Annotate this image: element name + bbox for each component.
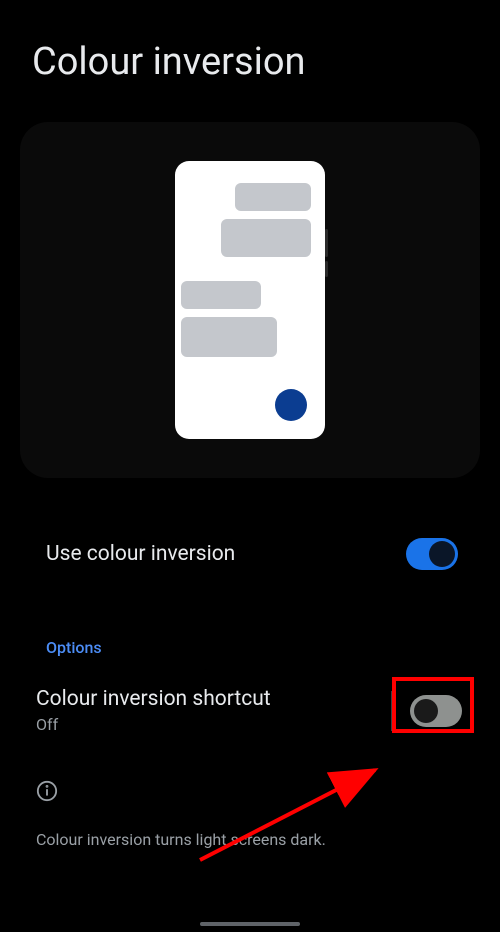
colour-inversion-shortcut-row[interactable]: Colour inversion shortcut Off — [0, 687, 500, 734]
shortcut-text-group: Colour inversion shortcut Off — [36, 687, 391, 734]
phone-button-icon — [325, 261, 328, 277]
toggle-thumb-icon — [429, 541, 455, 567]
options-section-header: Options — [0, 638, 500, 657]
shortcut-status: Off — [36, 715, 391, 734]
use-colour-inversion-toggle[interactable] — [406, 538, 458, 570]
chat-bubble-icon — [181, 281, 261, 309]
info-row — [0, 780, 500, 806]
shortcut-label: Colour inversion shortcut — [36, 687, 391, 711]
annotation-arrow-icon — [190, 750, 410, 870]
fab-icon — [275, 389, 307, 421]
preview-card — [20, 122, 480, 478]
navigation-bar-icon — [200, 922, 300, 926]
phone-mockup-icon — [175, 161, 325, 439]
info-icon — [36, 780, 58, 802]
chat-bubble-icon — [181, 317, 277, 357]
use-colour-inversion-label: Use colour inversion — [46, 542, 235, 566]
toggle-thumb-icon — [414, 699, 438, 723]
info-description: Colour inversion turns light screens dar… — [0, 830, 500, 849]
chat-bubble-icon — [235, 183, 311, 211]
header: Colour inversion — [0, 0, 500, 104]
page-title: Colour inversion — [32, 40, 470, 84]
chat-bubble-icon — [221, 219, 311, 257]
colour-inversion-shortcut-toggle[interactable] — [410, 695, 462, 727]
use-colour-inversion-row[interactable]: Use colour inversion — [0, 538, 500, 570]
phone-button-icon — [325, 229, 328, 257]
divider — [391, 691, 392, 731]
